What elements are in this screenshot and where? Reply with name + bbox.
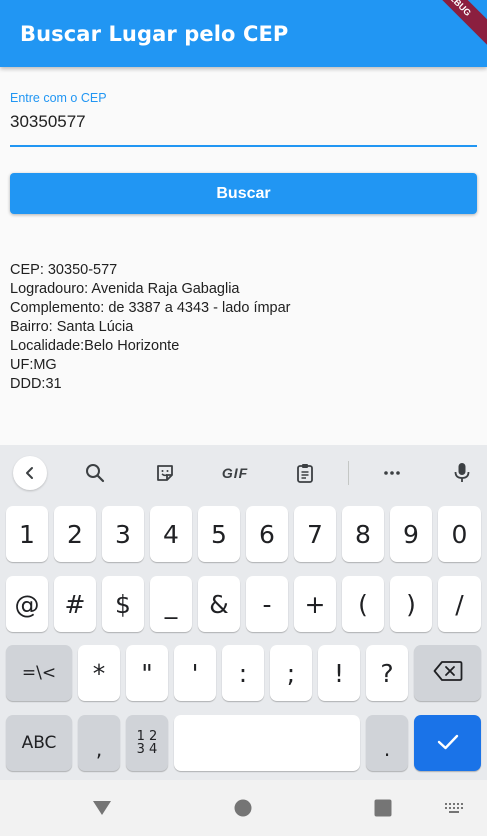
cep-input[interactable] bbox=[10, 109, 477, 135]
keyboard-switch-icon[interactable] bbox=[444, 802, 464, 814]
key-plus[interactable]: + bbox=[294, 576, 336, 632]
key-1[interactable]: 1 bbox=[6, 506, 48, 562]
key-close-paren[interactable]: ) bbox=[390, 576, 432, 632]
key-ampersand[interactable]: & bbox=[198, 576, 240, 632]
key-minus[interactable]: - bbox=[246, 576, 288, 632]
app-bar: Buscar Lugar pelo CEP bbox=[0, 0, 487, 67]
home-circle-icon[interactable] bbox=[234, 799, 252, 817]
key-8[interactable]: 8 bbox=[342, 506, 384, 562]
chevron-left-icon[interactable] bbox=[13, 456, 47, 490]
cep-field-underline bbox=[10, 145, 477, 147]
recents-square-icon[interactable] bbox=[374, 799, 392, 817]
result-bairro: Bairro: Santa Lúcia bbox=[10, 319, 134, 335]
key-6[interactable]: 6 bbox=[246, 506, 288, 562]
key-7[interactable]: 7 bbox=[294, 506, 336, 562]
key-4[interactable]: 4 bbox=[150, 506, 192, 562]
key-single-quote[interactable]: ' bbox=[174, 645, 216, 701]
numpad-bottom-label: 3 4 bbox=[136, 742, 158, 757]
key-semicolon[interactable]: ; bbox=[270, 645, 312, 701]
key-9[interactable]: 9 bbox=[390, 506, 432, 562]
key-colon[interactable]: : bbox=[222, 645, 264, 701]
result-localidade: Localidade:Belo Horizonte bbox=[10, 338, 180, 354]
key-at[interactable]: @ bbox=[6, 576, 48, 632]
key-enter[interactable] bbox=[414, 715, 481, 771]
key-asterisk[interactable]: * bbox=[78, 645, 120, 701]
toolbar-divider bbox=[348, 461, 349, 485]
keyboard-toolbar: GIF bbox=[0, 445, 487, 500]
system-nav-bar bbox=[0, 780, 487, 836]
app-title: Buscar Lugar pelo CEP bbox=[20, 22, 289, 46]
key-3[interactable]: 3 bbox=[102, 506, 144, 562]
key-period[interactable]: . bbox=[366, 715, 408, 771]
sticker-icon[interactable] bbox=[149, 457, 181, 489]
key-hash[interactable]: # bbox=[54, 576, 96, 632]
key-open-paren[interactable]: ( bbox=[342, 576, 384, 632]
key-0[interactable]: 0 bbox=[438, 506, 481, 562]
result-complemento: Complemento: de 3387 a 4343 - lado ímpar bbox=[10, 300, 291, 316]
key-space[interactable] bbox=[174, 715, 360, 771]
gif-button[interactable]: GIF bbox=[216, 457, 254, 489]
key-more-symbols[interactable]: =\< bbox=[6, 645, 72, 701]
cep-field-label: Entre com o CEP bbox=[10, 91, 107, 105]
search-icon[interactable] bbox=[79, 457, 111, 489]
key-question[interactable]: ? bbox=[366, 645, 408, 701]
result-uf: UF:MG bbox=[10, 357, 57, 373]
key-exclamation[interactable]: ! bbox=[318, 645, 360, 701]
key-underscore[interactable]: _ bbox=[150, 576, 192, 632]
result-ddd: DDD:31 bbox=[10, 376, 62, 392]
checkmark-icon bbox=[436, 729, 460, 758]
key-abc[interactable]: ABC bbox=[6, 715, 72, 771]
more-icon[interactable] bbox=[376, 457, 408, 489]
key-slash[interactable]: / bbox=[438, 576, 481, 632]
backspace-icon bbox=[433, 659, 463, 688]
address-result: CEP: 30350-577 Logradouro: Avenida Raja … bbox=[10, 261, 291, 394]
key-backspace[interactable] bbox=[414, 645, 481, 701]
result-logradouro: Logradouro: Avenida Raja Gabaglia bbox=[10, 281, 240, 297]
back-triangle-icon[interactable] bbox=[92, 800, 112, 816]
clipboard-icon[interactable] bbox=[289, 457, 321, 489]
key-5[interactable]: 5 bbox=[198, 506, 240, 562]
search-button[interactable]: Buscar bbox=[10, 173, 477, 214]
microphone-icon[interactable] bbox=[446, 457, 478, 489]
soft-keyboard: GIF 1 2 3 4 5 6 7 8 9 0 @ # $ _ & - + ( … bbox=[0, 445, 487, 780]
key-comma[interactable]: , bbox=[78, 715, 120, 771]
key-dollar[interactable]: $ bbox=[102, 576, 144, 632]
key-double-quote[interactable]: " bbox=[126, 645, 168, 701]
key-numpad[interactable]: 1 2 3 4 bbox=[126, 715, 168, 771]
key-2[interactable]: 2 bbox=[54, 506, 96, 562]
result-cep: CEP: 30350-577 bbox=[10, 262, 118, 278]
